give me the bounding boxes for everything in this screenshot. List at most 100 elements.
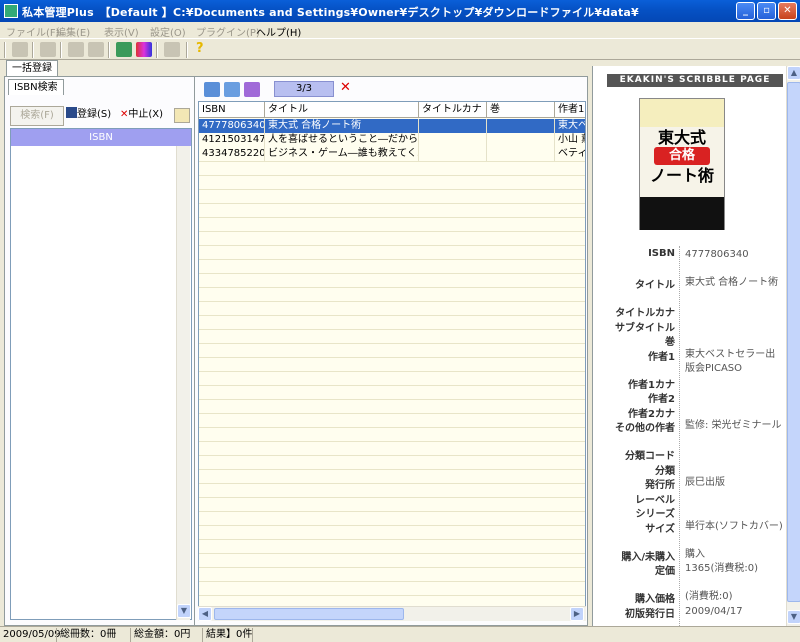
status-result: 結果】0件: [202, 628, 252, 642]
grid-line: [199, 427, 585, 428]
detail-label: 購入/未購入: [621, 551, 675, 563]
grid-line: [199, 595, 585, 596]
check-all-icon[interactable]: [204, 82, 220, 97]
stop-button[interactable]: ✕中止(X): [120, 106, 172, 126]
menu-help[interactable]: ヘルプ(H): [256, 24, 301, 39]
help-icon[interactable]: ?: [196, 41, 204, 56]
tab-bulk-register[interactable]: 一括登録: [6, 60, 58, 76]
grid-line: [199, 371, 585, 372]
menu-file[interactable]: ファイル(F): [6, 24, 60, 39]
detail-label: 分類コード: [625, 451, 675, 462]
table-row[interactable]: 4777806340 東大式 合格ノート術 東大ベ: [199, 119, 585, 133]
paste-icon[interactable]: [88, 42, 104, 57]
grid-line: [199, 287, 585, 288]
detail-label: レーベル: [635, 494, 675, 506]
table-row[interactable]: 4334785220 ビジネス・ゲーム―誰も教えてく... ベティ・: [199, 147, 585, 161]
scroll-thumb[interactable]: [787, 82, 800, 602]
column-header-volume[interactable]: 巻: [487, 102, 555, 118]
status-empty: [252, 628, 256, 642]
status-date: 2009/05/09: [3, 629, 61, 640]
grid-line: [199, 399, 585, 400]
toolbar-separator: [4, 42, 6, 58]
book-cover: 東大式 合格 ノート術: [639, 98, 725, 230]
detail-label: 作者2: [648, 394, 675, 405]
copy-icon[interactable]: [40, 42, 56, 57]
grid-line: [199, 175, 585, 176]
grid-line: [199, 357, 585, 358]
title-bar: 私本管理Plus 【Default 】C:¥Documents and Sett…: [0, 0, 800, 22]
menu-settings[interactable]: 設定(O): [150, 24, 186, 39]
detail-value: 2009/04/17: [685, 605, 743, 617]
book-grid[interactable]: ISBN タイトル タイトルカナ 巻 作者1 4777806340 東大式 合格…: [198, 101, 586, 621]
detail-label: 購入価格: [635, 594, 675, 605]
uncheck-icon[interactable]: [244, 82, 260, 97]
cell-title-kana: [419, 119, 487, 133]
register-button[interactable]: 登録(S): [66, 106, 118, 126]
toolbar-separator: [108, 42, 110, 58]
grid-line: [199, 483, 585, 484]
window-title: 私本管理Plus 【Default 】C:¥Documents and Sett…: [22, 6, 639, 19]
grid-line: [199, 203, 585, 204]
toolbar-separator: [156, 42, 158, 58]
export-icon[interactable]: [174, 108, 190, 123]
grid-line: [199, 273, 585, 274]
grid-line: [199, 581, 585, 582]
detail-label: シリーズ: [635, 509, 676, 520]
detail-label: 巻: [665, 337, 675, 348]
cell-author1: 小山 薫: [555, 133, 585, 147]
cut-icon[interactable]: [68, 42, 84, 57]
book-icon[interactable]: [164, 42, 180, 57]
check-edit-icon[interactable]: [224, 82, 240, 97]
grid-line: [199, 245, 585, 246]
cover-title-top: 東大式: [657, 128, 706, 147]
grid-line: [199, 469, 585, 470]
table-row[interactable]: 4121503147 人を喜ばせるということ―だから... 小山 薫: [199, 133, 585, 147]
maximize-button[interactable]: ▫: [757, 2, 776, 20]
column-header-author1[interactable]: 作者1: [555, 102, 585, 118]
column-header-title[interactable]: タイトル: [265, 102, 419, 118]
cell-title-kana: [419, 133, 487, 147]
grid-line: [199, 259, 585, 260]
column-header-title-kana[interactable]: タイトルカナ: [419, 102, 487, 118]
left-scrollbar[interactable]: ▼: [176, 146, 191, 620]
cover-title-red: 合格: [654, 147, 710, 165]
grid-line: [199, 329, 585, 330]
new-icon[interactable]: [12, 42, 28, 57]
detail-label: 発行所: [645, 480, 675, 491]
cell-volume: [487, 119, 555, 133]
scroll-right-icon[interactable]: ▶: [570, 607, 584, 621]
menu-plugin[interactable]: プラグイン(P): [196, 24, 260, 39]
grid-icon[interactable]: [136, 42, 152, 57]
column-header-isbn[interactable]: ISBN: [199, 102, 265, 118]
grid-hscrollbar[interactable]: ◀ ▶: [198, 606, 586, 621]
isbn-list[interactable]: ISBN: [10, 128, 192, 620]
tree-icon[interactable]: [116, 42, 132, 57]
menu-edit[interactable]: 編集(E): [56, 24, 90, 39]
close-button[interactable]: ✕: [778, 2, 797, 20]
search-button[interactable]: 検索(F): [10, 106, 64, 126]
menu-view[interactable]: 表示(V): [104, 24, 139, 39]
detail-value: 辰巳出版: [685, 477, 725, 488]
scroll-down-icon[interactable]: ▼: [177, 604, 191, 618]
scroll-up-icon[interactable]: ▲: [787, 66, 800, 80]
cell-title: 人を喜ばせるということ―だから...: [265, 133, 419, 147]
detail-value: 東大ベストセラー出版会PICASO: [685, 348, 776, 374]
delete-icon[interactable]: ✕: [340, 80, 351, 95]
cover-band: [640, 99, 724, 127]
toolbar-separator: [186, 42, 188, 58]
status-bar: 2009/05/09 総冊数：0冊 総金額：0円 結果】0件: [0, 626, 800, 642]
detail-value: 4777806340: [685, 249, 749, 260]
detail-label: サイズ: [645, 523, 675, 535]
grid-line: [199, 539, 585, 540]
cover-title-bottom: ノート術: [649, 166, 714, 185]
detail-value: 単行本(ソフトカバー): [685, 520, 783, 532]
grid-line: [199, 161, 585, 162]
detail-scrollbar[interactable]: ▲ ▼: [786, 66, 800, 626]
tab-isbn-search[interactable]: ISBN検索: [8, 79, 64, 95]
detail-label: 分類: [655, 465, 675, 477]
scroll-thumb[interactable]: [214, 608, 404, 620]
minimize-button[interactable]: _: [736, 2, 755, 20]
scroll-left-icon[interactable]: ◀: [198, 607, 212, 621]
scroll-down-icon[interactable]: ▼: [787, 610, 800, 624]
detail-label: タイトルカナ: [615, 308, 675, 319]
